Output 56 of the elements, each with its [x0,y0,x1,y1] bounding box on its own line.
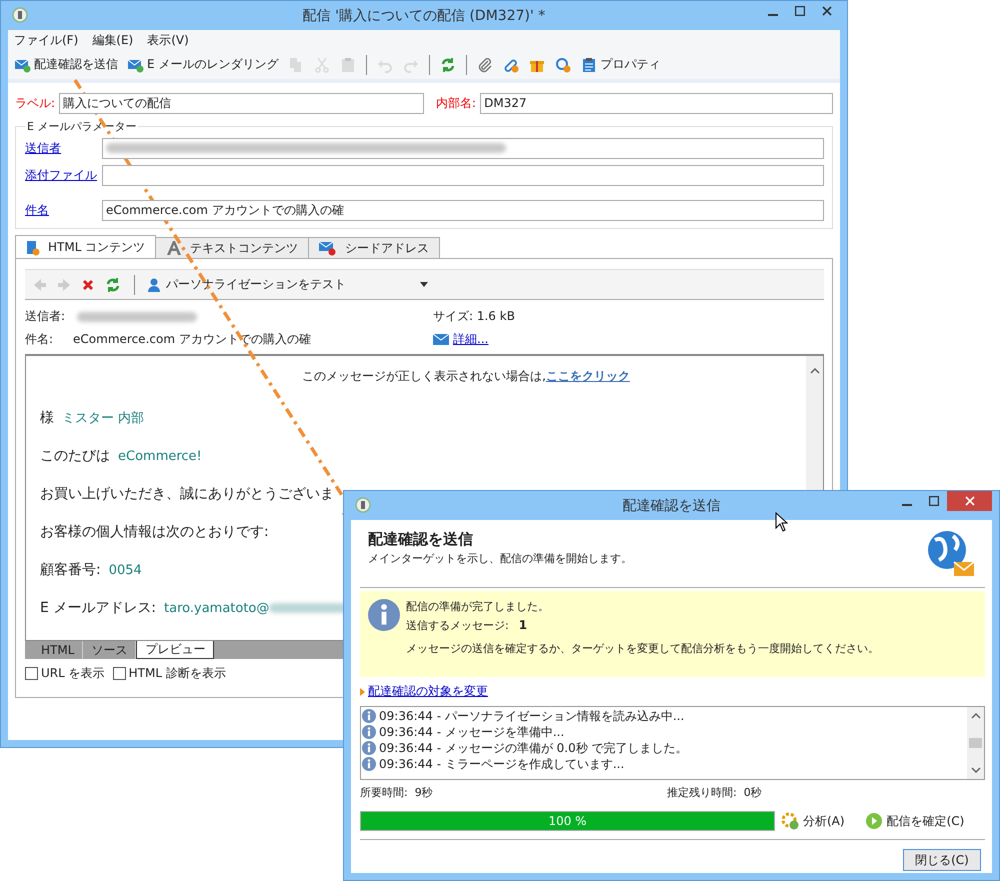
toolbar-button[interactable]: 配達確認を送信 [12,54,121,76]
checkbox-label: URL を表示 [41,665,105,682]
notice-text: このメッセージが正しく表示されない場合は,ここをクリック [301,368,631,385]
field-link[interactable]: 送信者 [25,140,98,156]
change-target-link[interactable]: 配達確認の対象を変更 [368,683,488,700]
personalized-value: eCommerce! [118,448,202,464]
count-value: 1 [518,618,528,633]
email-text: このたびは [40,447,110,465]
email-text: お客様の個人情報は次のとおりです: [40,523,269,541]
click-here-link[interactable]: ここをクリック [546,369,630,383]
view-tab[interactable]: HTML [33,641,84,659]
info-label: 件名: [25,331,54,348]
field-label: 内部名: [436,94,476,112]
input-field[interactable]: eCommerce.com アカウントでの購入の確 [102,200,824,220]
checkbox-label: HTML 診断を表示 [128,665,226,682]
menu-item[interactable]: 編集(E) [92,32,134,48]
tab[interactable]: HTML コンテンツ [15,235,156,259]
window-title: 配信 '購入についての配信 (DM327)' * [302,6,546,24]
status-text: 配信の準備が完了しました。 [406,599,550,614]
progress-text: 100 % [547,814,588,828]
menu-item[interactable]: ファイル(F) [14,32,78,48]
log-entry: 09:36:44 - メッセージの準備が 0.0秒 で完了しました。 [379,740,688,756]
confirm-button[interactable]: 配信を確定(C) [864,812,964,830]
size-text: サイズ: 1.6 kB [433,308,515,325]
close-dialog-button[interactable]: 閉じる(C) [903,849,981,871]
menu-item[interactable]: 表示(V) [147,32,189,48]
field-label: ラベル: [15,94,56,112]
analyze-button[interactable]: 分析(A) [781,812,845,830]
tab[interactable]: シードアドレス [308,237,440,259]
details-link[interactable]: 詳細... [453,331,488,348]
log-entry: 09:36:44 - メッセージを準備中... [379,724,564,740]
log-entry: 09:36:44 - パーソナライゼーション情報を読み込み中... [379,708,684,724]
personalized-value: taro.yamatoto@ [164,600,270,616]
count-label: 送信するメッセージ: [406,618,509,633]
dialog-heading: 配達確認を送信 [368,530,474,549]
personalized-value: ミスター 内部 [62,410,144,427]
toolbar-button[interactable]: プロパティ [578,54,664,76]
email-text: お買い上げいただき、誠にありがとうございま [40,485,334,503]
label-field[interactable]: 購入についての配信 [59,92,424,114]
instruction-text: メッセージの送信を確定するか、ターゲットを変更して配信分析をもう一度開始してください。 [406,641,879,656]
internal-name-field[interactable]: DM327 [480,92,833,114]
personalized-value: 0054 [108,562,142,578]
field-link[interactable]: 添付ファイル [25,166,98,184]
remaining-time: 推定残り時間: 0秒 [667,785,763,800]
dialog-subtitle: メインターゲットを示し、配信の準備を開始します。 [368,551,632,566]
toolbar-button[interactable]: E メールのレンダリング [125,54,282,76]
elapsed-time: 所要時間: 9秒 [360,785,434,800]
email-text: 顧客番号: [40,561,101,579]
info-label: 送信者: [25,308,66,325]
view-tab[interactable]: プレビュー [136,641,214,659]
tab[interactable]: テキストコンテンツ [155,237,310,259]
email-text: 様 [40,409,54,427]
field-link[interactable]: 件名 [25,202,98,218]
email-text: E メールアドレス: [40,599,156,617]
log-entry: 09:36:44 - ミラーページを作成しています... [379,756,624,772]
dialog-title: 配達確認を送信 [622,496,722,514]
